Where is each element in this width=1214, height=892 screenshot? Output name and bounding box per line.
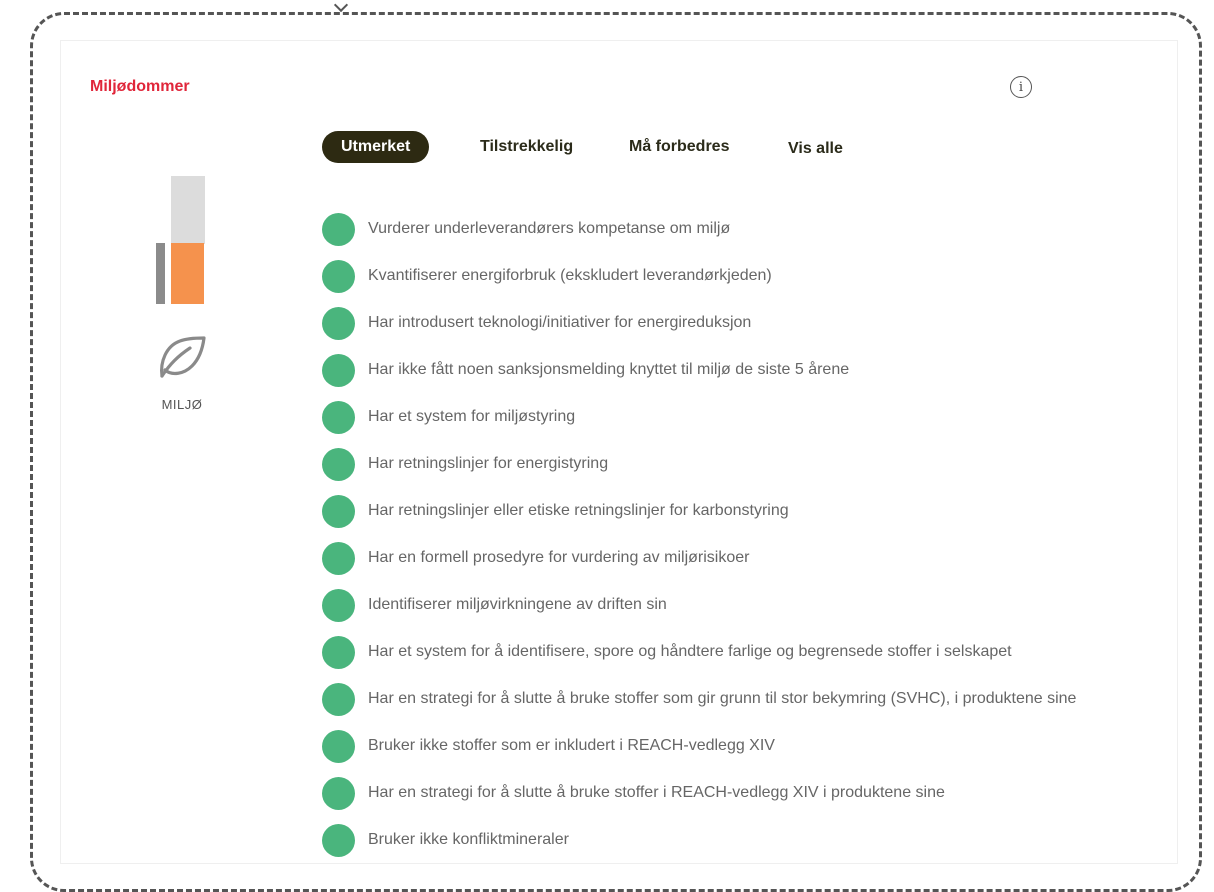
criterion-item: Bruker ikke stoffer som er inkludert i R…: [322, 729, 775, 763]
criterion-text: Har en strategi for å slutte å bruke sto…: [368, 784, 945, 801]
criterion-item: Bruker ikke konfliktmineraler: [322, 823, 569, 857]
criterion-text: Har et system for å identifisere, spore …: [368, 643, 1012, 660]
criterion-text: Bruker ikke konfliktmineraler: [368, 831, 569, 848]
score-bar-remaining: [171, 176, 205, 244]
criterion-text: Har et system for miljøstyring: [368, 408, 576, 425]
category-label: MILJØ: [161, 397, 203, 412]
criterion-item: Kvantifiserer energiforbruk (ekskludert …: [322, 259, 772, 293]
tab-tilstrekkelig[interactable]: Tilstrekkelig: [480, 131, 573, 163]
status-dot-icon: [322, 447, 355, 481]
status-dot-icon: [322, 353, 355, 387]
status-dot-icon: [322, 588, 355, 622]
criterion-item: Har et system for miljøstyring: [322, 400, 575, 434]
tab-vis-alle[interactable]: Vis alle: [788, 133, 843, 165]
criterion-text: Har retningslinjer eller etiske retnings…: [368, 502, 789, 519]
criterion-item: Har en strategi for å slutte å bruke sto…: [322, 682, 1076, 716]
criterion-item: Identifiserer miljøvirkningene av drifte…: [322, 588, 667, 622]
criterion-item: Har ikke fått noen sanksjonsmelding knyt…: [322, 353, 849, 387]
criterion-text: Vurderer underleverandørers kompetanse o…: [368, 220, 731, 237]
score-marker: [156, 243, 165, 304]
criterion-item: Har retningslinjer for energistyring: [322, 447, 608, 481]
criterion-text: Har en formell prosedyre for vurdering a…: [368, 549, 750, 566]
criterion-item: Har en strategi for å slutte å bruke sto…: [322, 776, 945, 810]
criterion-text: Kvantifiserer energiforbruk (ekskludert …: [368, 267, 772, 284]
criterion-text: Har ikke fått noen sanksjonsmelding knyt…: [368, 361, 850, 378]
status-dot-icon: [322, 823, 355, 857]
tab-utmerket[interactable]: Utmerket: [322, 131, 430, 163]
criterion-text: Har en strategi for å slutte å bruke sto…: [368, 690, 1077, 707]
tab-ma-forbedres[interactable]: Må forbedres: [629, 131, 729, 163]
leaf-icon: [160, 336, 206, 378]
section-title: Miljødommer: [90, 78, 190, 95]
criterion-item: Har retningslinjer eller etiske retnings…: [322, 494, 789, 528]
status-dot-icon: [322, 306, 355, 340]
status-dot-icon: [322, 212, 355, 246]
status-dot-icon: [322, 259, 355, 293]
criterion-item: Har introdusert teknologi/initiativer fo…: [322, 306, 751, 340]
info-icon[interactable]: i: [1010, 76, 1032, 98]
criterion-text: Har retningslinjer for energistyring: [368, 455, 609, 472]
status-dot-icon: [322, 635, 355, 669]
criterion-text: Bruker ikke stoffer som er inkludert i R…: [368, 737, 775, 754]
status-dot-icon: [322, 494, 355, 528]
criterion-item: Vurderer underleverandørers kompetanse o…: [322, 212, 730, 246]
status-dot-icon: [322, 400, 355, 434]
criterion-item: Har et system for å identifisere, spore …: [322, 635, 1012, 669]
criterion-text: Identifiserer miljøvirkningene av drifte…: [368, 596, 667, 613]
criterion-item: Har en formell prosedyre for vurdering a…: [322, 541, 749, 575]
frame-pointer: [333, 0, 349, 13]
status-dot-icon: [322, 541, 355, 575]
status-dot-icon: [322, 729, 355, 763]
score-bar-fill: [171, 243, 204, 304]
status-dot-icon: [322, 776, 355, 810]
criterion-text: Har introdusert teknologi/initiativer fo…: [368, 314, 752, 331]
status-dot-icon: [322, 682, 355, 716]
